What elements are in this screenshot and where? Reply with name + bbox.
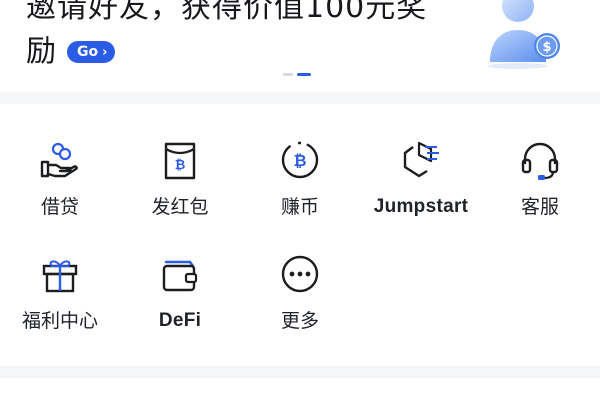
carousel-dot-active[interactable] xyxy=(297,73,311,76)
shortcut-customer-service[interactable]: 客服 xyxy=(485,138,595,234)
shortcut-earn[interactable]: ₿ 赚币 xyxy=(245,138,355,234)
shortcut-jumpstart[interactable]: Jumpstart xyxy=(365,138,477,234)
promo-title-line1: 邀请好友，获得价值100元奖 xyxy=(26,0,428,25)
shortcut-label: 发红包 xyxy=(151,196,209,218)
headset-icon xyxy=(521,142,559,180)
next-section-card xyxy=(0,378,600,400)
carousel-dot[interactable] xyxy=(283,73,293,76)
shortcut-red-packet[interactable]: ₿ 发红包 xyxy=(125,138,235,234)
shortcut-label: 更多 xyxy=(280,310,319,332)
loan-hand-coins-icon xyxy=(40,142,78,178)
go-button-label: Go xyxy=(77,44,99,60)
shortcut-label: 赚币 xyxy=(280,196,319,218)
shortcut-more[interactable]: 更多 xyxy=(245,252,355,348)
svg-text:₿: ₿ xyxy=(175,158,186,173)
svg-text:$: $ xyxy=(542,40,551,55)
shortcut-grid: 借贷 ₿ 发红包 ₿ 赚币 Jumpstart 客服 福利中心 DeFi 更多 xyxy=(0,104,600,366)
shortcut-benefits-center[interactable]: 福利中心 xyxy=(5,252,115,348)
promo-banner-title: 邀请好友，获得价值100元奖 励 Go › xyxy=(26,0,446,74)
bitcoin-coin-icon: ₿ xyxy=(281,141,319,179)
shortcut-label: Jumpstart xyxy=(373,196,469,217)
jumpstart-icon xyxy=(403,141,439,178)
shortcut-label: 借贷 xyxy=(40,196,79,218)
shortcut-label: 客服 xyxy=(520,196,559,218)
red-packet-icon: ₿ xyxy=(164,142,196,180)
go-button[interactable]: Go › xyxy=(67,41,116,63)
shortcut-label: 福利中心 xyxy=(21,310,98,332)
more-dots-icon xyxy=(281,255,319,293)
user-dollar-icon: $ xyxy=(488,0,560,69)
promo-banner[interactable]: 邀请好友，获得价值100元奖 励 Go › $ xyxy=(0,0,600,92)
wallet-icon xyxy=(162,260,198,292)
shortcut-defi[interactable]: DeFi xyxy=(125,252,235,348)
chevron-right-icon: › xyxy=(102,44,108,60)
svg-text:₿: ₿ xyxy=(293,151,306,170)
gift-icon xyxy=(42,260,78,293)
carousel-indicator xyxy=(283,73,311,76)
shortcut-label: DeFi xyxy=(158,310,202,331)
shortcut-loan[interactable]: 借贷 xyxy=(5,138,115,234)
promo-title-line2: 励 xyxy=(26,34,57,69)
